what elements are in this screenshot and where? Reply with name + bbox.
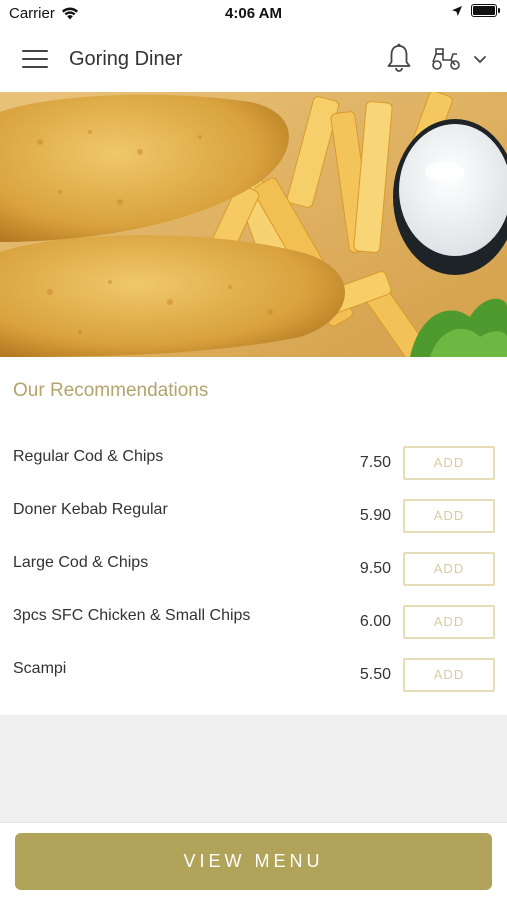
bottom-bar: VIEW MENU <box>0 822 507 901</box>
chevron-down-icon[interactable] <box>472 52 488 66</box>
add-button[interactable]: ADD <box>403 446 495 480</box>
recommendations-title: Our Recommendations <box>13 380 209 401</box>
hamburger-menu-icon[interactable] <box>22 50 48 70</box>
item-name: Scampi <box>13 660 67 677</box>
add-button[interactable]: ADD <box>403 499 495 533</box>
restaurant-title: Goring Diner <box>69 48 183 70</box>
item-name: Doner Kebab Regular <box>13 501 168 518</box>
item-price: 7.50 <box>359 454 391 471</box>
add-button[interactable]: ADD <box>403 552 495 586</box>
list-item: Doner Kebab Regular 5.90 ADD <box>0 499 507 554</box>
view-menu-button[interactable]: VIEW MENU <box>15 833 492 890</box>
delivery-scooter-icon[interactable] <box>430 46 462 72</box>
list-item: Large Cod & Chips 9.50 ADD <box>0 552 507 607</box>
location-arrow-icon <box>452 5 462 16</box>
status-right <box>451 4 500 17</box>
add-button[interactable]: ADD <box>403 658 495 692</box>
hero-food-image <box>0 92 507 357</box>
item-price: 6.00 <box>359 613 391 630</box>
app-header: Goring Diner <box>0 28 507 92</box>
list-item: Regular Cod & Chips 7.50 ADD <box>0 446 507 501</box>
list-item: Scampi 5.50 ADD <box>0 658 507 713</box>
item-name: Regular Cod & Chips <box>13 448 164 465</box>
battery-icon <box>471 4 500 17</box>
item-name: Large Cod & Chips <box>13 554 149 571</box>
empty-content-area <box>0 715 507 822</box>
item-price: 5.50 <box>359 666 391 683</box>
bell-icon[interactable] <box>384 42 414 74</box>
item-price: 5.90 <box>359 507 391 524</box>
recommendations-section: Our Recommendations Regular Cod & Chips … <box>0 357 507 715</box>
list-item: 3pcs SFC Chicken & Small Chips 6.00 ADD <box>0 605 507 660</box>
add-button[interactable]: ADD <box>403 605 495 639</box>
fish-and-chips-illustration <box>0 92 507 357</box>
status-bar: Carrier 4:06 AM <box>0 0 507 28</box>
status-time: 4:06 AM <box>225 5 282 22</box>
item-name: 3pcs SFC Chicken & Small Chips <box>13 607 251 624</box>
item-price: 9.50 <box>359 560 391 577</box>
